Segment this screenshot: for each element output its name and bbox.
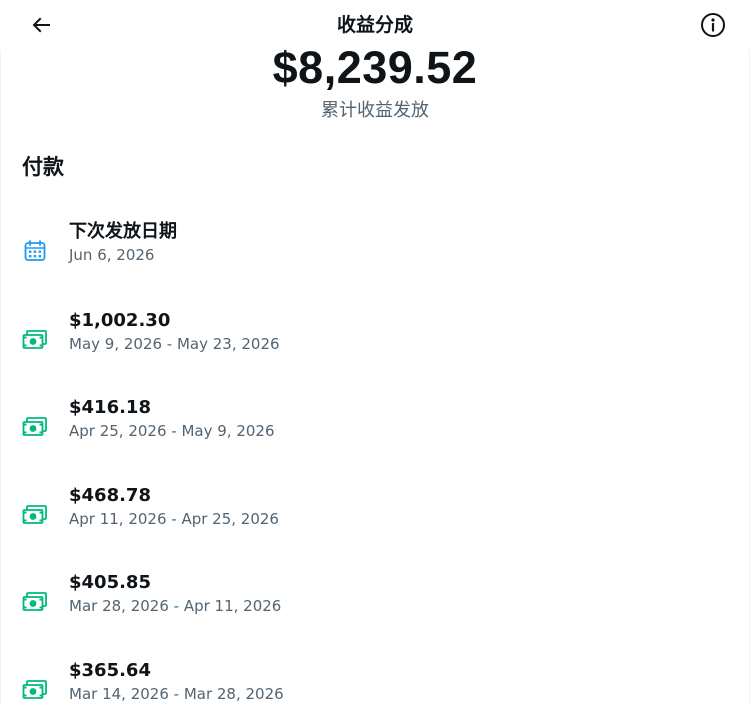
money-icon [22,589,48,615]
payment-row[interactable]: $416.18 Apr 25, 2026 - May 9, 2026 [0,396,750,466]
payment-amount: $468.78 [69,485,151,506]
money-icon [22,327,48,353]
money-icon [22,677,48,703]
payment-row[interactable]: $405.85 Mar 28, 2026 - Apr 11, 2026 [0,571,750,641]
payment-period: Mar 28, 2026 - Apr 11, 2026 [69,597,282,615]
total-payout-label: 累计收益发放 [321,100,429,121]
payment-period: Apr 11, 2026 - Apr 25, 2026 [69,510,279,528]
payment-period: May 9, 2026 - May 23, 2026 [69,335,280,353]
payment-amount: $416.18 [69,397,151,418]
page-title: 收益分成 [336,14,413,36]
payments-section-title: 付款 [22,155,64,179]
payment-row[interactable]: $1,002.30 May 9, 2026 - May 23, 2026 [0,309,750,379]
next-payout-title: 下次发放日期 [69,221,177,242]
next-payout-row: 下次发放日期 Jun 6, 2026 [0,220,750,290]
next-payout-date: Jun 6, 2026 [69,246,155,264]
calendar-icon [22,238,48,264]
payment-amount: $365.64 [69,660,151,681]
money-icon [22,414,48,440]
payment-amount: $1,002.30 [69,310,171,331]
info-button[interactable] [694,6,732,44]
payment-amount: $405.85 [69,572,151,593]
info-icon [701,13,725,37]
payment-period: Apr 25, 2026 - May 9, 2026 [69,422,275,440]
top-bar: 收益分成 [0,0,750,50]
payment-period: Mar 14, 2026 - Mar 28, 2026 [69,685,284,703]
money-icon [22,502,48,528]
payment-row[interactable]: $365.64 Mar 14, 2026 - Mar 28, 2026 [0,659,750,705]
payment-row[interactable]: $468.78 Apr 11, 2026 - Apr 25, 2026 [0,484,750,554]
revenue-share-page: $8,239.52 累计收益发放 收益分成 付款 下次发放日期 Jun 6, 2… [0,0,750,705]
